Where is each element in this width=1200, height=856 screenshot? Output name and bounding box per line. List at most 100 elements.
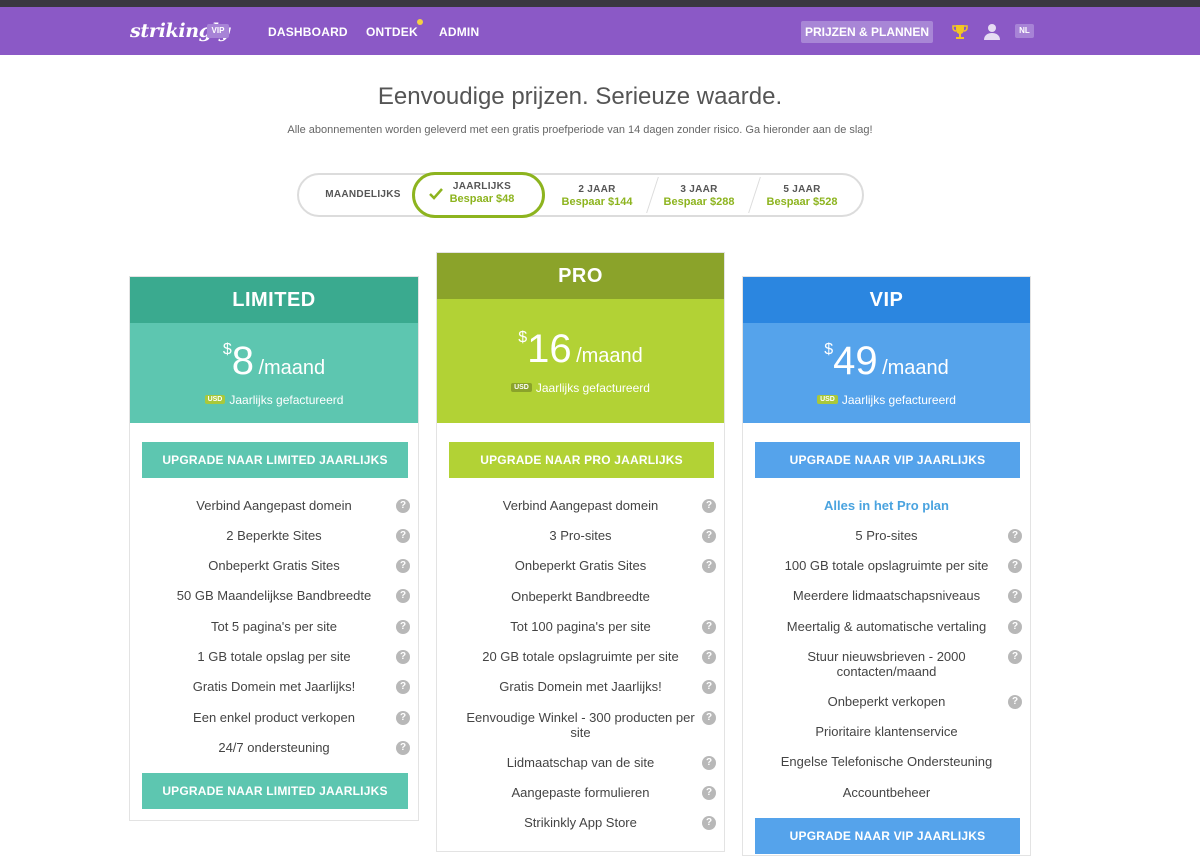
period-savings: Bespaar $528 xyxy=(766,196,838,208)
help-icon[interactable]: ? xyxy=(396,741,410,755)
feature-item: Prioritaire klantenservice xyxy=(743,724,1030,739)
period-2-years[interactable]: 2 JAAR Bespaar $144 xyxy=(547,175,647,215)
price-amount: 8 xyxy=(231,339,254,383)
feature-label: Verbind Aangepast domein xyxy=(502,498,659,513)
help-icon[interactable]: ? xyxy=(702,499,716,513)
plan-card-pro: PRO $16 /maand USD Jaarlijks gefactureerd… xyxy=(436,252,725,852)
help-icon[interactable]: ? xyxy=(702,680,716,694)
feature-item: Meerdere lidmaatschapsniveaus xyxy=(743,588,1030,603)
feature-item: 100 GB totale opslagruimte per site xyxy=(743,558,1030,573)
feature-label: Gratis Domein met Jaarlijks! xyxy=(192,679,356,694)
feature-item: Verbind Aangepast domein xyxy=(130,498,418,513)
feature-item: Onbeperkt Gratis Sites xyxy=(130,558,418,573)
feature-item: Alles in het Pro plan xyxy=(743,498,1030,513)
feature-item: Onbeperkt Gratis Sites xyxy=(437,558,724,573)
help-icon[interactable]: ? xyxy=(702,816,716,830)
feature-label: Engelse Telefonische Ondersteuning xyxy=(780,754,993,769)
feature-item: Stuur nieuwsbrieven - 2000 contacten/maa… xyxy=(743,649,1030,679)
price-unit: /maand xyxy=(576,345,643,367)
help-icon[interactable]: ? xyxy=(702,529,716,543)
help-icon[interactable]: ? xyxy=(702,711,716,725)
help-icon[interactable]: ? xyxy=(396,559,410,573)
price-amount: 49 xyxy=(833,339,878,383)
billed-text: Jaarlijks gefactureerd xyxy=(841,393,956,407)
feature-item: 1 GB totale opslag per site xyxy=(130,649,418,664)
period-5-years[interactable]: 5 JAAR Bespaar $528 xyxy=(752,175,852,215)
billed-text: Jaarlijks gefactureerd xyxy=(229,393,344,407)
help-icon[interactable]: ? xyxy=(396,680,410,694)
feature-label: Een enkel product verkopen xyxy=(193,710,355,725)
upgrade-vip-button[interactable]: UPGRADE NAAR VIP JAARLIJKS xyxy=(755,442,1020,478)
feature-item: Onbeperkt Bandbreedte xyxy=(437,589,724,604)
feature-item: Gratis Domein met Jaarlijks! xyxy=(437,679,724,694)
billing-note: USD Jaarlijks gefactureerd xyxy=(437,381,724,395)
feature-label: Eenvoudige Winkel - 300 producten per si… xyxy=(466,710,695,740)
feature-item: Onbeperkt verkopen xyxy=(743,694,1030,709)
help-icon[interactable]: ? xyxy=(1008,559,1022,573)
navbar: strikingly VIP DASHBOARD ONTDEK ADMIN PR… xyxy=(0,7,1200,62)
nav-admin[interactable]: ADMIN xyxy=(439,25,479,39)
help-icon[interactable]: ? xyxy=(396,589,410,603)
upgrade-pro-button[interactable]: UPGRADE NAAR PRO JAARLIJKS xyxy=(449,442,714,478)
language-selector[interactable]: NL xyxy=(1015,24,1034,38)
help-icon[interactable]: ? xyxy=(702,786,716,800)
feature-label: Aangepaste formulieren xyxy=(511,785,650,800)
trophy-icon[interactable] xyxy=(951,23,969,41)
upgrade-vip-button-bottom[interactable]: UPGRADE NAAR VIP JAARLIJKS xyxy=(755,818,1020,854)
feature-item: Lidmaatschap van de site xyxy=(437,755,724,770)
help-icon[interactable]: ? xyxy=(702,650,716,664)
billing-note: USD Jaarlijks gefactureerd xyxy=(130,393,418,407)
help-icon[interactable]: ? xyxy=(396,650,410,664)
price: $8 /maand xyxy=(130,339,418,384)
period-label: JAARLIJKS xyxy=(452,181,512,192)
price-amount: 16 xyxy=(527,327,572,371)
feature-item: 20 GB totale opslagruimte per site xyxy=(437,649,724,664)
help-icon[interactable]: ? xyxy=(1008,620,1022,634)
period-yearly[interactable]: JAARLIJKS Bespaar $48 xyxy=(412,172,545,218)
help-icon[interactable]: ? xyxy=(396,499,410,513)
feature-label: Strikinkly App Store xyxy=(524,815,637,830)
pricing-plans-button[interactable]: PRIJZEN & PLANNEN xyxy=(801,21,933,43)
help-icon[interactable]: ? xyxy=(702,620,716,634)
plan-card-vip: VIP $49 /maand USD Jaarlijks gefactureerd… xyxy=(742,276,1031,856)
upgrade-limited-button-bottom[interactable]: UPGRADE NAAR LIMITED JAARLIJKS xyxy=(142,773,408,809)
help-icon[interactable]: ? xyxy=(1008,529,1022,543)
help-icon[interactable]: ? xyxy=(702,756,716,770)
feature-link[interactable]: Alles in het Pro plan xyxy=(824,498,949,513)
help-icon[interactable]: ? xyxy=(1008,589,1022,603)
feature-label: Prioritaire klantenservice xyxy=(815,724,958,739)
period-label: 3 JAAR xyxy=(680,184,718,195)
help-icon[interactable]: ? xyxy=(1008,650,1022,664)
period-monthly[interactable]: MAANDELIJKS xyxy=(303,175,423,215)
help-icon[interactable]: ? xyxy=(1008,695,1022,709)
feature-label: 5 Pro-sites xyxy=(855,528,918,543)
feature-label: 50 GB Maandelijkse Bandbreedte xyxy=(176,588,372,603)
help-icon[interactable]: ? xyxy=(702,559,716,573)
nav-ontdek[interactable]: ONTDEK xyxy=(366,25,418,39)
period-savings: Bespaar $48 xyxy=(449,193,515,205)
help-icon[interactable]: ? xyxy=(396,711,410,725)
feature-label: Gratis Domein met Jaarlijks! xyxy=(499,679,662,694)
user-icon[interactable] xyxy=(983,22,1001,40)
feature-label: Verbind Aangepast domein xyxy=(196,498,352,513)
price-currency: $ xyxy=(824,341,834,358)
nav-dashboard[interactable]: DASHBOARD xyxy=(268,25,348,39)
upgrade-limited-button[interactable]: UPGRADE NAAR LIMITED JAARLIJKS xyxy=(142,442,408,478)
help-icon[interactable]: ? xyxy=(396,620,410,634)
period-3-years[interactable]: 3 JAAR Bespaar $288 xyxy=(649,175,749,215)
usd-badge: USD xyxy=(204,395,226,405)
feature-item: Meertalig & automatische vertaling xyxy=(743,619,1030,634)
plan-name: PRO xyxy=(437,253,724,299)
price-box: $8 /maand USD Jaarlijks gefactureerd xyxy=(130,323,418,423)
period-label: 5 JAAR xyxy=(783,184,821,195)
feature-item: Strikinkly App Store xyxy=(437,815,724,830)
billing-period-selector: MAANDELIJKS 2 JAAR Bespaar $144 3 JAAR B… xyxy=(297,172,864,218)
billing-note: USD Jaarlijks gefactureerd xyxy=(743,393,1030,407)
feature-item: 50 GB Maandelijkse Bandbreedte xyxy=(130,588,418,603)
feature-item: Tot 100 pagina's per site xyxy=(437,619,724,634)
page-title: Eenvoudige prijzen. Serieuze waarde. xyxy=(377,83,783,110)
usd-badge: USD xyxy=(511,383,532,393)
help-icon[interactable]: ? xyxy=(396,529,410,543)
active-caret xyxy=(860,55,874,62)
billed-text: Jaarlijks gefactureerd xyxy=(535,381,650,395)
